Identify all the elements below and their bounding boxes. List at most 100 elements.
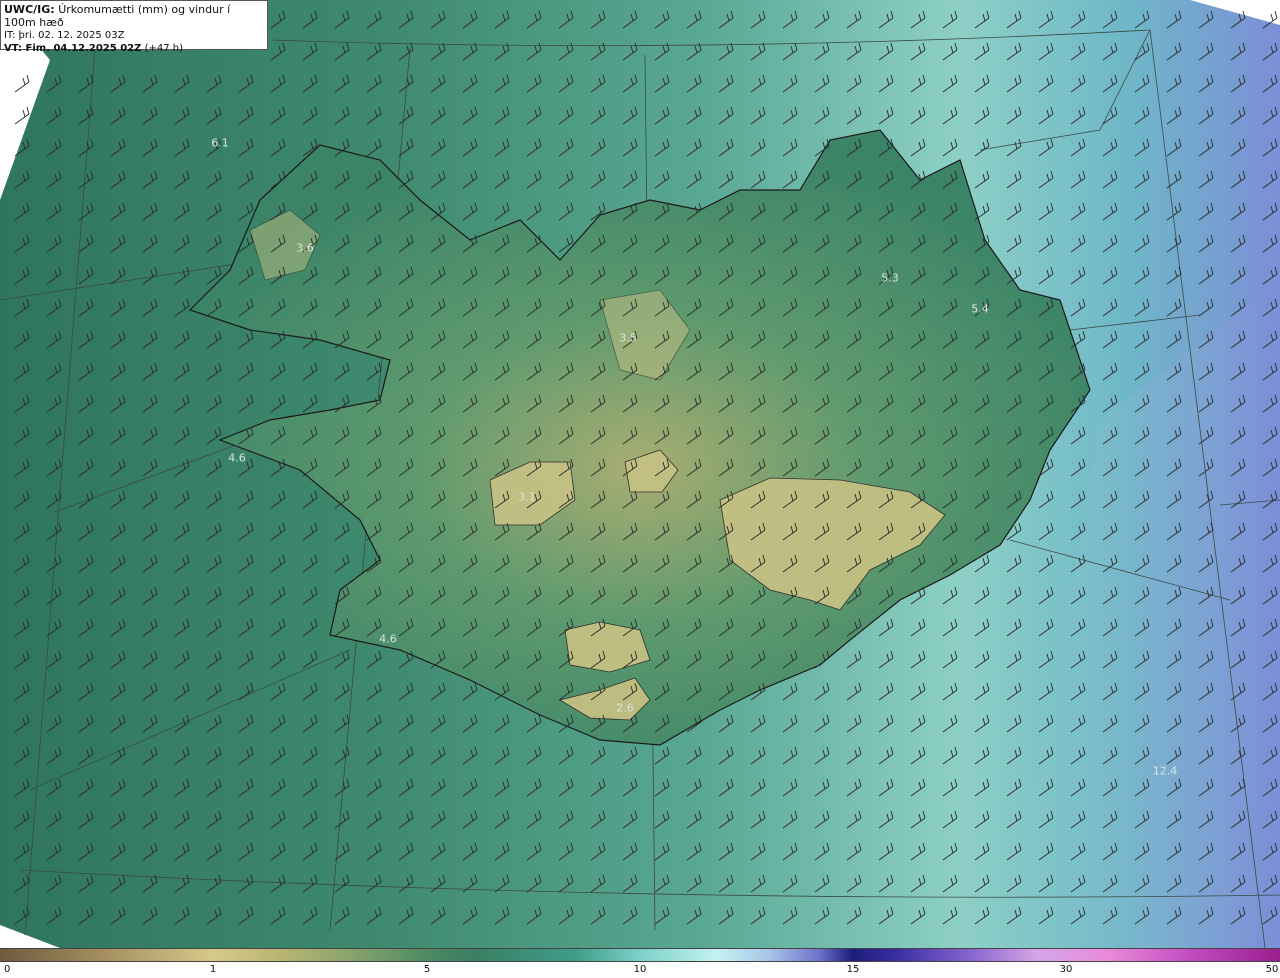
wind-barb: [238, 330, 254, 349]
wind-barb: [142, 810, 158, 829]
wind-barb: [910, 906, 926, 925]
wind-barb: [814, 682, 830, 701]
wind-barb: [174, 554, 190, 573]
wind-barb: [1230, 234, 1246, 253]
wind-barb: [142, 490, 158, 509]
wind-barb: [14, 778, 30, 797]
map-canvas: [0, 0, 1280, 948]
wind-barb: [206, 234, 222, 253]
wind-barb: [46, 106, 62, 125]
wind-barb: [142, 426, 158, 445]
wind-barb: [78, 490, 94, 509]
wind-barb: [14, 682, 30, 701]
map-value-label: 3.6: [296, 241, 314, 255]
colorbar-tick: 15: [846, 964, 860, 975]
wind-barb: [558, 74, 574, 93]
wind-barb: [942, 618, 958, 637]
wind-barb: [1006, 650, 1022, 669]
wind-barb: [270, 618, 286, 637]
wind-barb: [526, 842, 542, 861]
wind-barb: [974, 170, 990, 189]
wind-barb: [174, 618, 190, 637]
wind-barb: [206, 170, 222, 189]
wind-barb: [1006, 586, 1022, 605]
wind-barb: [110, 554, 126, 573]
wind-barb: [1070, 106, 1086, 125]
wind-barb: [718, 170, 734, 189]
wind-barb: [110, 522, 126, 541]
wind-barb: [526, 746, 542, 765]
wind-barb: [1006, 202, 1022, 221]
wind-barb: [910, 746, 926, 765]
wind-barb: [1006, 682, 1022, 701]
wind-barb: [238, 874, 254, 893]
wind-barb: [238, 106, 254, 125]
wind-barb: [46, 842, 62, 861]
wind-barb: [110, 842, 126, 861]
wind-barb: [270, 810, 286, 829]
wind-barb: [334, 682, 350, 701]
wind-barb: [206, 362, 222, 381]
wind-barb: [878, 746, 894, 765]
wind-barb: [494, 746, 510, 765]
wind-barb: [622, 810, 638, 829]
colorbar-tick: 30: [1059, 964, 1073, 975]
wind-barb: [846, 778, 862, 797]
wind-barb: [974, 650, 990, 669]
wind-barb: [302, 810, 318, 829]
wind-barb: [526, 810, 542, 829]
wind-barb: [1070, 74, 1086, 93]
wind-barb: [334, 522, 350, 541]
wind-barb: [654, 10, 670, 29]
map-value-label: 5.3: [881, 271, 899, 285]
wind-barb: [302, 490, 318, 509]
wind-barb: [78, 810, 94, 829]
wind-barb: [462, 682, 478, 701]
wind-barb: [334, 42, 350, 61]
wind-barb: [142, 330, 158, 349]
wind-barb: [1198, 234, 1214, 253]
wind-barb: [302, 778, 318, 797]
wind-barb: [14, 586, 30, 605]
wind-barb: [78, 170, 94, 189]
wind-barb: [270, 554, 286, 573]
wind-barb: [334, 906, 350, 925]
wind-barb: [206, 778, 222, 797]
wind-barb: [46, 586, 62, 605]
wind-barb: [718, 778, 734, 797]
wind-barb: [462, 746, 478, 765]
wind-barb: [718, 42, 734, 61]
wind-barb: [270, 10, 286, 29]
wind-barb: [238, 650, 254, 669]
precip-colorbar: [0, 948, 1280, 962]
wind-barb: [174, 650, 190, 669]
wind-barb: [910, 618, 926, 637]
wind-barb: [526, 74, 542, 93]
wind-barb: [142, 138, 158, 157]
wind-barb: [494, 106, 510, 125]
wind-barb: [494, 906, 510, 925]
wind-barb: [494, 10, 510, 29]
wind-barb: [1006, 810, 1022, 829]
wind-barb: [462, 10, 478, 29]
wind-barb: [78, 234, 94, 253]
wind-barb: [590, 906, 606, 925]
wind-barb: [974, 682, 990, 701]
wind-barb: [366, 106, 382, 125]
wind-barb: [46, 522, 62, 541]
wind-barb: [46, 394, 62, 413]
wind-barb: [782, 842, 798, 861]
wind-barb: [1102, 170, 1118, 189]
wind-barb: [238, 746, 254, 765]
wind-barb: [1166, 202, 1182, 221]
wind-barb: [46, 330, 62, 349]
wind-barb: [238, 778, 254, 797]
wind-barb: [1262, 202, 1278, 221]
wind-barb: [910, 42, 926, 61]
wind-barb: [1102, 266, 1118, 285]
wind-barb: [1070, 266, 1086, 285]
wind-barb: [814, 874, 830, 893]
wind-barb: [14, 426, 30, 445]
wind-barb: [238, 522, 254, 541]
wind-barb: [78, 202, 94, 221]
